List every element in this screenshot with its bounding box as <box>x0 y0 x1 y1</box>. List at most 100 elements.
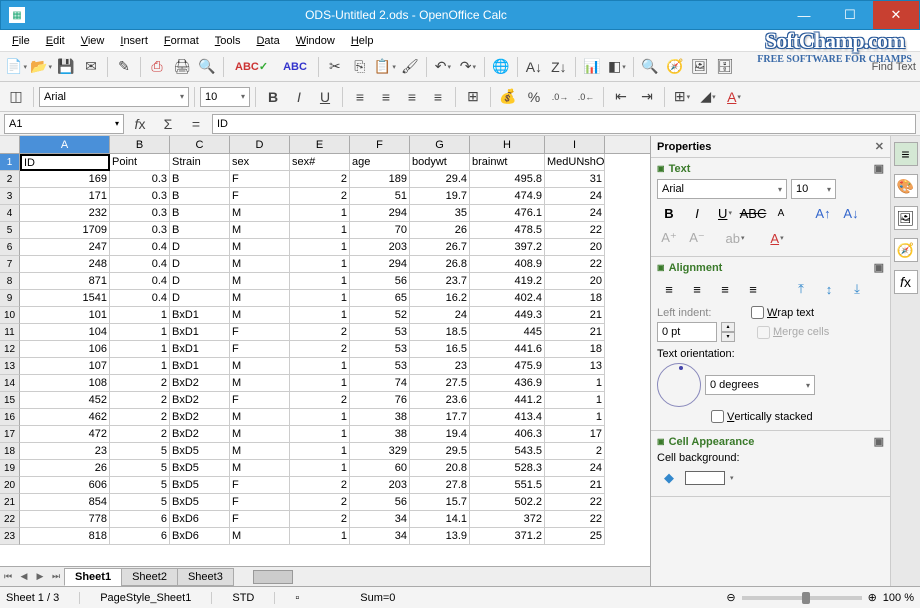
cell[interactable]: 372 <box>470 511 545 528</box>
cell[interactable]: 606 <box>20 477 110 494</box>
orientation-combo[interactable]: 0 degrees▾ <box>705 375 815 395</box>
menu-format[interactable]: Format <box>156 33 207 49</box>
cell[interactable]: 1 <box>290 426 350 443</box>
col-header-G[interactable]: G <box>410 136 470 153</box>
autospell-button[interactable]: ABC <box>276 55 314 79</box>
cell[interactable]: 294 <box>350 256 410 273</box>
indent-spinner[interactable]: 0 pt <box>657 322 717 342</box>
vertical-stack-checkbox[interactable]: Vertically stacked <box>711 410 813 423</box>
cell[interactable]: 1 <box>110 324 170 341</box>
cell[interactable]: 2 <box>290 392 350 409</box>
sort-asc-button[interactable]: A↓ <box>522 55 546 79</box>
italic-button[interactable]: I <box>287 85 311 109</box>
cell[interactable]: 22 <box>545 256 605 273</box>
cell[interactable]: M <box>230 290 290 307</box>
sb-align-center-button[interactable]: ≡ <box>685 278 709 300</box>
tab-last-button[interactable]: ⏭ <box>48 571 64 582</box>
cell[interactable]: 17.7 <box>410 409 470 426</box>
cell[interactable]: 5 <box>110 477 170 494</box>
cut-button[interactable]: ✂ <box>323 55 347 79</box>
cell[interactable]: 20 <box>545 239 605 256</box>
tab-prev-button[interactable]: ◀ <box>16 571 32 582</box>
cell[interactable]: 449.3 <box>470 307 545 324</box>
cell[interactable]: 189 <box>350 171 410 188</box>
cell[interactable]: BxD6 <box>170 528 230 545</box>
cell[interactable]: F <box>230 494 290 511</box>
format-paintbrush-button[interactable]: 🖌 <box>398 55 422 79</box>
menu-tools[interactable]: Tools <box>207 33 249 49</box>
row-header[interactable]: 5 <box>0 222 20 239</box>
redo-button[interactable]: ↷▾ <box>456 55 480 79</box>
col-header-C[interactable]: C <box>170 136 230 153</box>
cell[interactable]: Point <box>110 154 170 171</box>
remove-decimal-button[interactable]: .0← <box>574 85 598 109</box>
cell[interactable]: 16.5 <box>410 341 470 358</box>
row-header[interactable]: 10 <box>0 307 20 324</box>
cell[interactable]: 1541 <box>20 290 110 307</box>
cell[interactable]: 76 <box>350 392 410 409</box>
cell[interactable]: 21 <box>545 307 605 324</box>
row-header[interactable]: 13 <box>0 358 20 375</box>
menu-data[interactable]: Data <box>248 33 287 49</box>
cell[interactable]: 22 <box>545 511 605 528</box>
cell[interactable]: 294 <box>350 205 410 222</box>
cell[interactable]: 70 <box>350 222 410 239</box>
cell[interactable]: 31 <box>545 171 605 188</box>
cell[interactable]: BxD2 <box>170 392 230 409</box>
cell[interactable]: 436.9 <box>470 375 545 392</box>
wrap-text-checkbox[interactable]: Wrap text <box>751 306 814 319</box>
cell[interactable]: 27.8 <box>410 477 470 494</box>
open-button[interactable]: 📂▾ <box>29 55 53 79</box>
cell[interactable]: 402.4 <box>470 290 545 307</box>
align-left-button[interactable]: ≡ <box>348 85 372 109</box>
cell[interactable]: 19.4 <box>410 426 470 443</box>
cell[interactable]: 203 <box>350 477 410 494</box>
function-wizard-button[interactable]: fx <box>128 112 152 136</box>
row-header[interactable]: 8 <box>0 273 20 290</box>
cell[interactable]: 1 <box>290 256 350 273</box>
spreadsheet-grid[interactable]: ABCDEFGHI 1IDPointStrainsexsex#agebodywt… <box>0 136 650 586</box>
cell[interactable]: 1 <box>290 307 350 324</box>
cell[interactable]: 23.7 <box>410 273 470 290</box>
cell[interactable]: BxD5 <box>170 443 230 460</box>
menu-view[interactable]: View <box>73 33 113 49</box>
show-draw-button[interactable]: ◧▾ <box>605 55 629 79</box>
sort-desc-button[interactable]: Z↓ <box>547 55 571 79</box>
cell[interactable]: 24 <box>545 188 605 205</box>
chart-button[interactable]: 📊 <box>580 55 604 79</box>
cell[interactable]: 441.6 <box>470 341 545 358</box>
sb-super-button[interactable]: A↑ <box>811 202 835 224</box>
row-header[interactable]: 14 <box>0 375 20 392</box>
cell[interactable]: M <box>230 205 290 222</box>
cell[interactable]: sex <box>230 154 290 171</box>
cell[interactable]: 551.5 <box>470 477 545 494</box>
menu-insert[interactable]: Insert <box>112 33 156 49</box>
cell[interactable]: 2 <box>110 375 170 392</box>
cell[interactable]: 474.9 <box>470 188 545 205</box>
deck-styles-icon[interactable]: 🎨 <box>894 174 918 198</box>
cell[interactable]: M <box>230 222 290 239</box>
cell[interactable]: 27.5 <box>410 375 470 392</box>
cell[interactable]: BxD5 <box>170 494 230 511</box>
sb-shrink-font-button[interactable]: A⁻ <box>685 227 709 249</box>
cell[interactable]: 478.5 <box>470 222 545 239</box>
align-center-button[interactable]: ≡ <box>374 85 398 109</box>
cell[interactable]: 34 <box>350 511 410 528</box>
cell[interactable]: 2 <box>110 409 170 426</box>
sb-strike-button[interactable]: ABC <box>741 202 765 224</box>
row-header[interactable]: 19 <box>0 460 20 477</box>
cell[interactable]: 171 <box>20 188 110 205</box>
cell[interactable]: 26.8 <box>410 256 470 273</box>
cell[interactable]: 5 <box>110 443 170 460</box>
cell[interactable]: 247 <box>20 239 110 256</box>
cell[interactable]: F <box>230 171 290 188</box>
cell[interactable]: 18.5 <box>410 324 470 341</box>
zoom-in-button[interactable]: ⊕ <box>868 591 877 604</box>
cell[interactable]: 408.9 <box>470 256 545 273</box>
merge-cells-checkbox[interactable]: Merge cells <box>757 326 829 339</box>
cell[interactable]: 23.6 <box>410 392 470 409</box>
cell[interactable]: 29.4 <box>410 171 470 188</box>
formula-input[interactable]: ID <box>212 114 916 134</box>
sum-button[interactable]: Σ <box>156 112 180 136</box>
cell[interactable]: F <box>230 392 290 409</box>
